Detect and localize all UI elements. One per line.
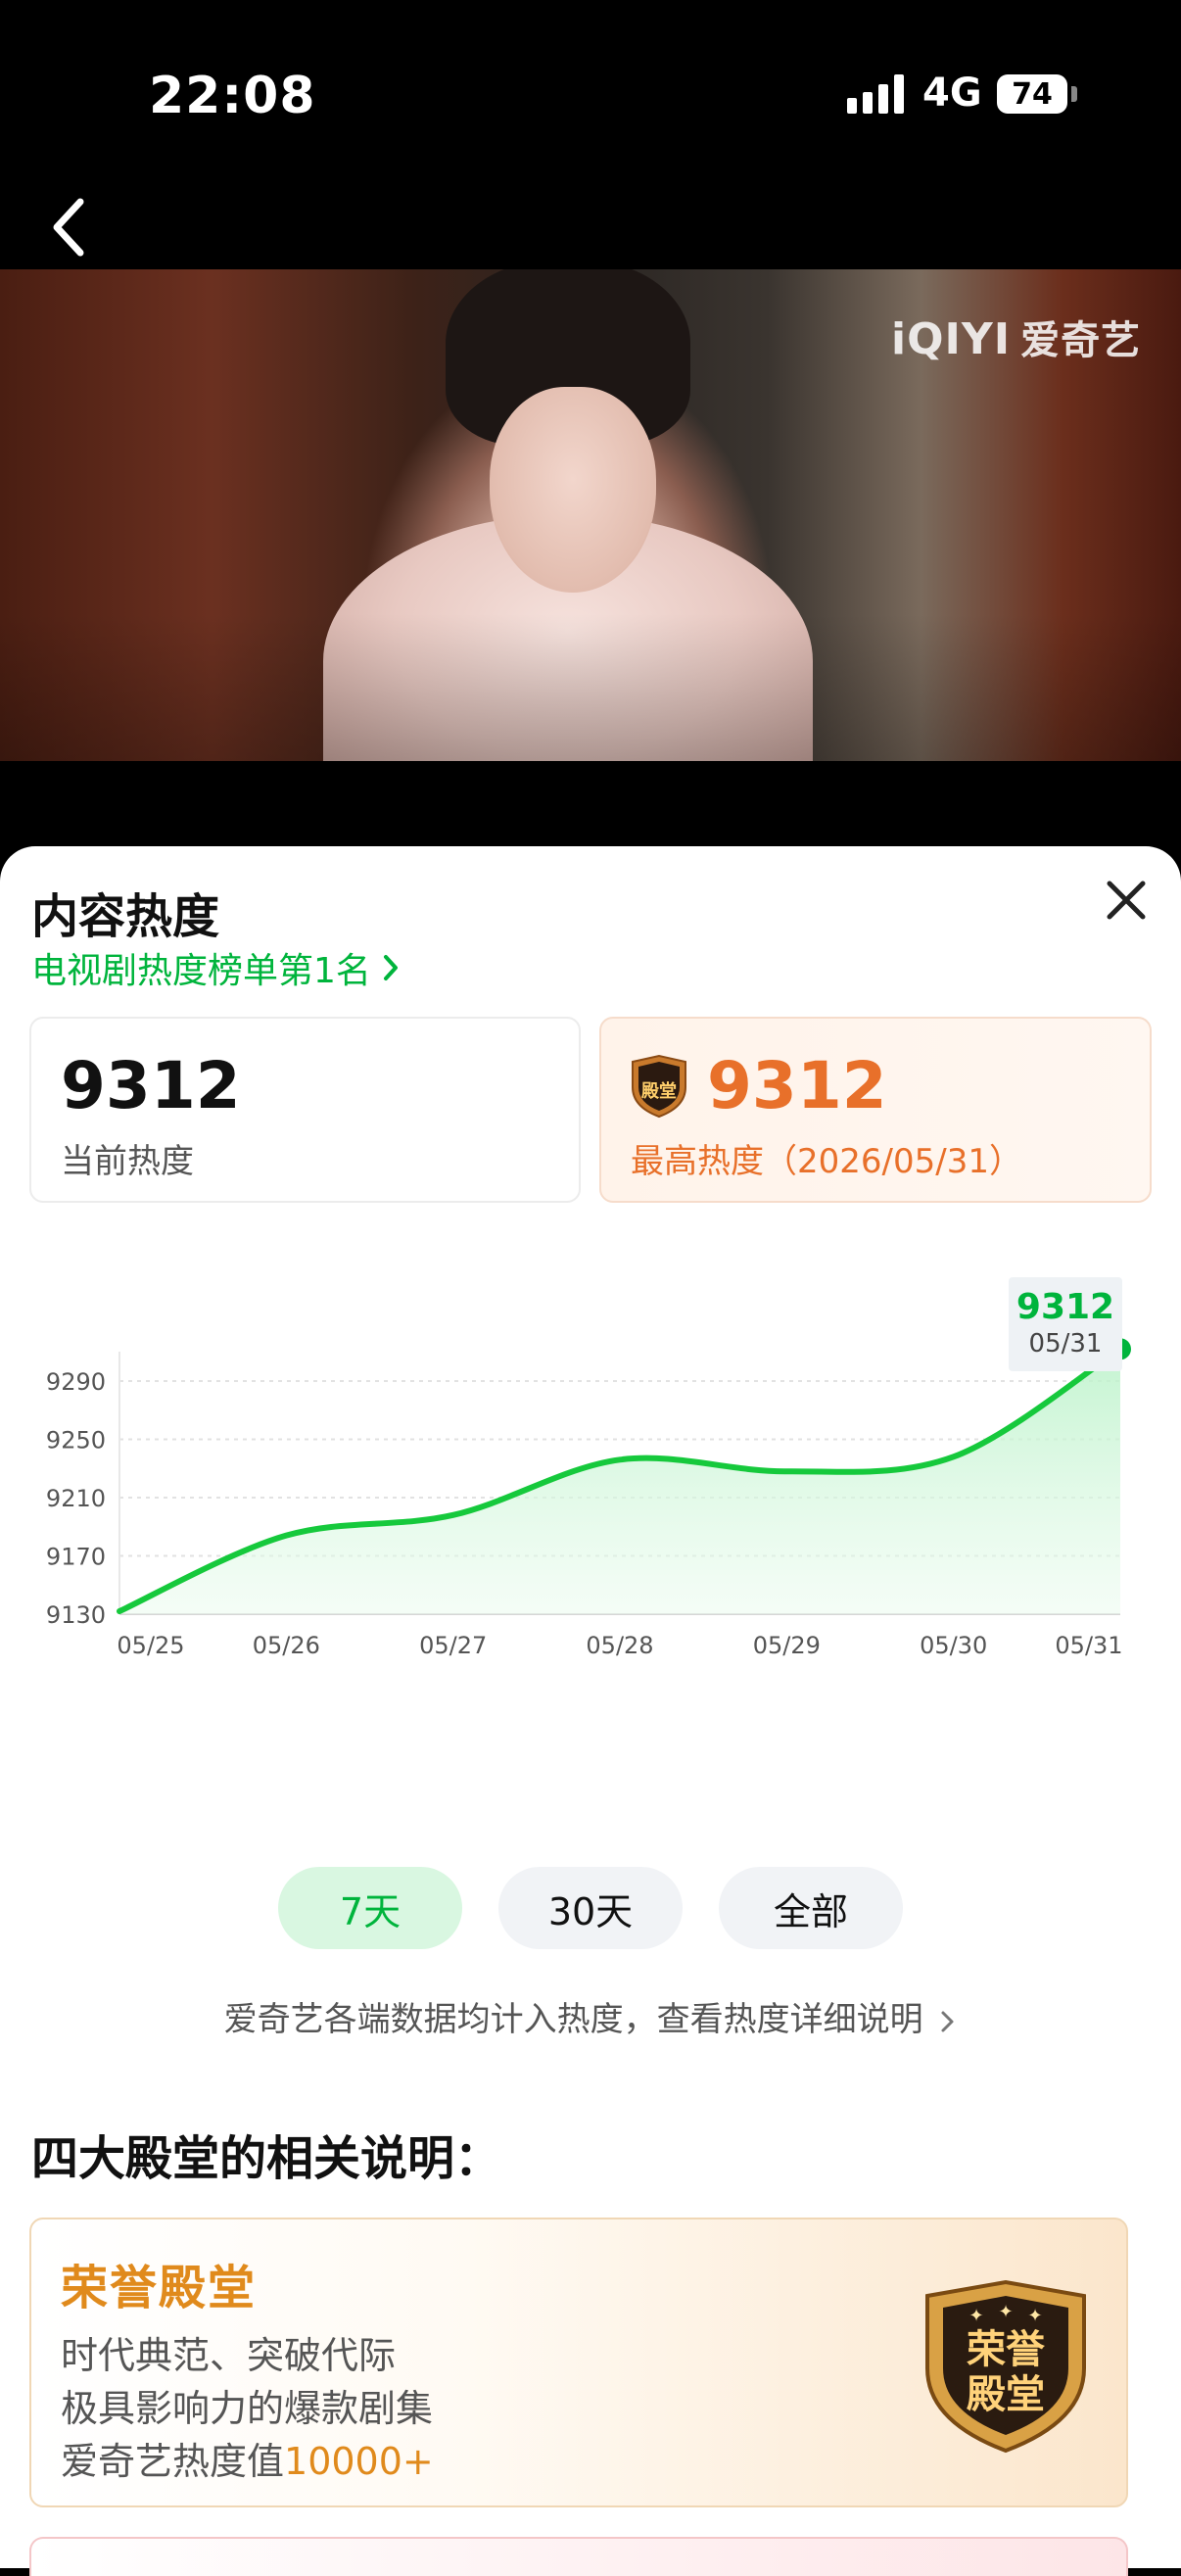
tooltip-date: 05/31	[1028, 1329, 1103, 1359]
y-tick-label: 9130	[46, 1601, 106, 1629]
tab-all[interactable]: 全部	[719, 1867, 903, 1949]
hall-threshold: 爱奇艺热度值10000+	[61, 2431, 434, 2485]
x-tick-label: 05/27	[419, 1632, 487, 1659]
heat-panel: 内容热度 电视剧热度榜单第1名 9312 当前热度 殿堂 9312 最高热度（2…	[0, 846, 1181, 2576]
chevron-right-icon	[941, 2011, 954, 2031]
current-heat-card: 9312 当前热度	[29, 1017, 581, 1203]
svg-text:✦: ✦	[968, 2306, 983, 2326]
tab-7-days[interactable]: 7天	[278, 1867, 462, 1949]
watermark-cn: 爱奇艺	[1020, 318, 1142, 363]
honor-hall-card: 荣誉殿堂 时代典范、突破代际 极具影响力的爆款剧集 爱奇艺热度值10000+ 荣…	[29, 2218, 1128, 2507]
current-heat-value: 9312	[61, 1048, 241, 1123]
watermark-text: iQIYI	[891, 314, 1012, 364]
battery-tip	[1071, 86, 1077, 102]
x-tick-label: 05/26	[253, 1632, 320, 1659]
honor-hall-badge-icon: 殿堂	[632, 1054, 686, 1119]
network-type: 4G	[922, 71, 982, 116]
y-tick-label: 9290	[46, 1368, 106, 1396]
back-arrow-icon[interactable]	[43, 192, 102, 262]
panel-title: 内容热度	[31, 889, 220, 944]
hall-threshold-value: 10000+	[284, 2440, 434, 2483]
tooltip-value: 9312	[1016, 1287, 1115, 1327]
battery-icon: 74	[997, 74, 1067, 114]
peak-heat-card: 殿堂 9312 最高热度（2026/05/31）	[599, 1017, 1152, 1203]
y-tick-label: 9210	[46, 1485, 106, 1512]
peak-heat-label: 最高热度（2026/05/31）	[631, 1142, 1022, 1181]
heat-explanation-link[interactable]: 爱奇艺各端数据均计入热度，查看热度详细说明	[0, 1992, 1181, 2040]
hall-desc-line: 极具影响力的爆款剧集	[61, 2387, 434, 2430]
hall-threshold-prefix: 爱奇艺热度值	[61, 2440, 285, 2483]
close-icon[interactable]	[1102, 876, 1151, 925]
signal-icon	[847, 74, 904, 114]
peak-heat-value: 9312	[707, 1048, 887, 1123]
tab-label: 7天	[339, 1889, 402, 1933]
heat-chart: 05/25 05/26 05/27 05/28 05/29 05/30 05/31 9290…	[46, 1338, 1131, 1659]
status-time: 22:08	[149, 67, 316, 125]
hall-desc-line: 时代典范、突破代际	[61, 2334, 397, 2377]
x-tick-label: 05/29	[753, 1632, 821, 1659]
note-text: 爱奇艺各端数据均计入热度，查看热度详细说明	[223, 2000, 923, 2039]
svg-text:荣誉: 荣誉	[967, 2327, 1046, 2372]
svg-text:✦: ✦	[998, 2302, 1013, 2322]
status-bar: 22:08 4G 74	[0, 0, 1181, 257]
rank-label: 电视剧热度榜单第1名	[31, 951, 371, 991]
svg-text:殿堂: 殿堂	[640, 1080, 677, 1102]
chart-tooltip: 9312 05/31	[1009, 1277, 1122, 1371]
y-tick-label: 9250	[46, 1427, 106, 1455]
tab-30-days[interactable]: 30天	[498, 1867, 683, 1949]
next-hall-card-peek	[29, 2537, 1128, 2576]
x-tick-label: 05/30	[920, 1632, 987, 1659]
honor-hall-badge-icon: 荣誉 殿堂 ✦ ✦ ✦	[925, 2279, 1086, 2454]
y-tick-label: 9170	[46, 1544, 106, 1571]
iqiyi-watermark: iQIYI 爱奇艺	[891, 309, 1141, 365]
x-tick-label: 05/31	[1055, 1632, 1122, 1659]
chevron-right-icon	[383, 955, 398, 980]
x-tick-label: 05/28	[586, 1632, 653, 1659]
battery-level: 74	[1012, 76, 1053, 112]
svg-text:✦: ✦	[1027, 2306, 1042, 2326]
video-player[interactable]: iQIYI 爱奇艺	[0, 269, 1181, 761]
tab-label: 全部	[773, 1889, 848, 1933]
chart-area	[119, 1349, 1120, 1614]
hall-title: 荣誉殿堂	[61, 2261, 258, 2315]
x-tick-label: 05/25	[117, 1632, 184, 1659]
rank-link[interactable]: 电视剧热度榜单第1名	[31, 942, 401, 993]
tab-label: 30天	[547, 1889, 634, 1933]
svg-text:殿堂: 殿堂	[967, 2372, 1045, 2417]
current-heat-label: 当前热度	[61, 1142, 194, 1181]
section-title: 四大殿堂的相关说明：	[31, 2131, 502, 2186]
